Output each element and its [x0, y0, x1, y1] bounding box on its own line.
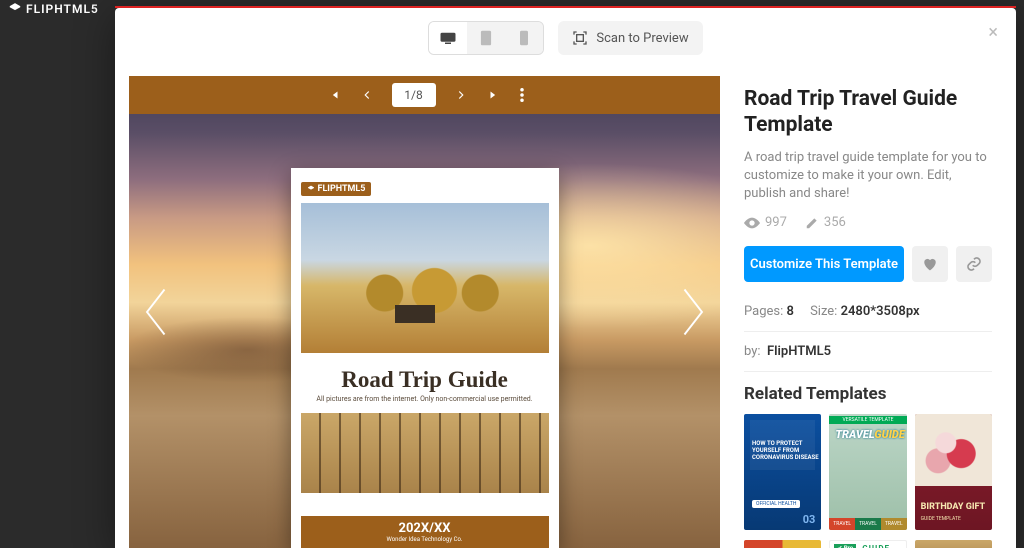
- device-tablet[interactable]: [467, 22, 505, 54]
- brand-logo: FLIPHTML5: [8, 2, 99, 16]
- device-switcher: [428, 21, 544, 55]
- last-page-icon[interactable]: [486, 88, 502, 102]
- more-icon[interactable]: [520, 88, 524, 102]
- related-heading: Related Templates: [744, 384, 992, 404]
- template-preview-modal: Scan to Preview × 1/8 FLIPH: [115, 8, 1016, 548]
- link-button[interactable]: [956, 246, 992, 282]
- cover-secondary-image: [301, 413, 549, 493]
- page-indicator[interactable]: 1/8: [392, 83, 436, 107]
- cover-brand-badge: FLIPHTML5: [301, 182, 372, 196]
- related-template-1[interactable]: HOW TO PROTECT YOURSELF FROM CORONAVIRUS…: [744, 414, 821, 530]
- pages-size-row: Pages: 8 Size: 2480*3508px: [744, 304, 992, 319]
- device-phone[interactable]: [505, 22, 543, 54]
- flipbook-viewer: 1/8 FLIPHTML5 Road Trip Guide All pictur…: [129, 76, 720, 548]
- next-page-icon[interactable]: [454, 88, 468, 102]
- first-page-icon[interactable]: [326, 88, 342, 102]
- related-template-2[interactable]: VERSATILE TEMPLATE TRAVELGUIDE TRAVEL TR…: [829, 414, 906, 530]
- flip-next-icon[interactable]: [672, 277, 712, 347]
- cover-subtitle: All pictures are from the internet. Only…: [301, 395, 549, 403]
- scan-to-preview-button[interactable]: Scan to Preview: [558, 21, 702, 55]
- template-description: A road trip travel guide template for yo…: [744, 149, 992, 204]
- scan-label: Scan to Preview: [596, 31, 688, 46]
- author-row: by: FlipHTML5: [744, 344, 992, 359]
- edits-stat: 356: [805, 215, 846, 230]
- close-icon[interactable]: ×: [988, 22, 998, 43]
- page-controls: 1/8: [245, 76, 605, 114]
- views-stat: 997: [744, 215, 787, 230]
- cover-footer: 202X/XX Wonder Idea Technology Co.: [301, 516, 549, 548]
- related-template-5[interactable]: ✔ Pro GUIDE: [829, 540, 906, 548]
- cover-title: Road Trip Guide: [301, 367, 549, 393]
- related-template-6[interactable]: [915, 540, 992, 548]
- favorite-button[interactable]: [912, 246, 948, 282]
- customize-button[interactable]: Customize This Template: [744, 246, 904, 282]
- related-template-4[interactable]: [744, 540, 821, 548]
- flip-prev-icon[interactable]: [137, 277, 177, 347]
- related-template-3[interactable]: BIRTHDAY GIFT GUIDE TEMPLATE: [915, 414, 992, 530]
- details-sidebar: Road Trip Travel Guide Template A road t…: [720, 68, 1016, 548]
- template-stats: 997 356: [744, 215, 992, 230]
- template-title: Road Trip Travel Guide Template: [744, 86, 992, 139]
- flipbook-page[interactable]: FLIPHTML5 Road Trip Guide All pictures a…: [291, 168, 559, 548]
- device-desktop[interactable]: [429, 22, 467, 54]
- prev-page-icon[interactable]: [360, 88, 374, 102]
- modal-toolbar: Scan to Preview ×: [115, 8, 1016, 68]
- cover-hero-image: [301, 203, 549, 353]
